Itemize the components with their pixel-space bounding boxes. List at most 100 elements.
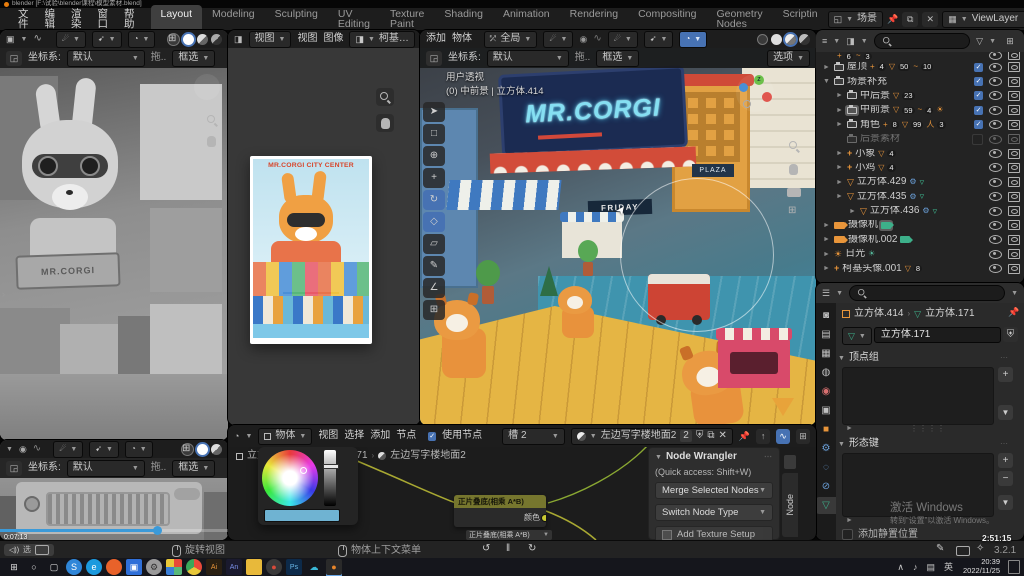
outliner-item-label[interactable]: 中后景 xyxy=(860,91,890,101)
material-users-count[interactable]: 2 xyxy=(680,430,692,442)
image-datablock[interactable]: ◨▼柯基… xyxy=(349,31,414,48)
taskbar-chrome-icon[interactable] xyxy=(186,559,202,575)
collection-properties-tab[interactable]: ▣ xyxy=(816,402,836,419)
tool-settings-icon[interactable]: ◲ xyxy=(6,461,22,476)
taskbar-date[interactable]: 2022/11/25 xyxy=(963,567,1000,576)
shape-keys-list[interactable] xyxy=(842,453,994,517)
switch-node-type-button[interactable]: Switch Node Type▼ xyxy=(655,504,773,521)
pivot-dropdown[interactable]: ➹▼ xyxy=(92,31,122,48)
new-collection-icon[interactable]: ⊞ xyxy=(1002,34,1018,49)
proportional-icon[interactable]: ◉ xyxy=(19,445,27,454)
measure-tool-button[interactable]: ∠ xyxy=(423,278,445,298)
taskbar-store-icon[interactable]: ▣ xyxy=(126,559,142,575)
taskbar-edge-icon[interactable]: e xyxy=(86,559,102,575)
curve-falloff-icon[interactable]: ∿ xyxy=(33,34,41,44)
modifiers-properties-tab[interactable]: ⚙ xyxy=(816,440,836,457)
camera-view-icon[interactable] xyxy=(787,188,801,197)
expand-arrow-icon[interactable]: ► xyxy=(835,179,844,186)
annotate-pencil-icon[interactable]: ✎ xyxy=(936,544,944,554)
falloff-icon[interactable]: ∿ xyxy=(593,34,601,44)
view-layer-properties-tab[interactable]: ▦ xyxy=(816,345,836,362)
add-cube-tool-button[interactable]: ⊞ xyxy=(423,300,445,320)
blend-mode-dropdown[interactable]: 正片叠底(相乘 A*B)▼ xyxy=(466,530,552,540)
add-shape-key-button[interactable]: + xyxy=(998,453,1013,468)
tool-settings-icon[interactable]: ◲ xyxy=(426,51,442,66)
pan-hand-icon[interactable] xyxy=(789,164,798,178)
expand-arrow-icon[interactable]: ► xyxy=(835,121,844,128)
outliner-item-label[interactable]: 日光 xyxy=(845,249,865,259)
taskbar-colors-icon[interactable] xyxy=(166,559,182,575)
outliner-row[interactable]: ►☀日光☀ xyxy=(816,247,1024,261)
expand-arrow-icon[interactable]: ► xyxy=(822,251,831,258)
select-box-tool-button[interactable]: □ xyxy=(423,124,445,144)
eye-icon[interactable] xyxy=(989,250,1002,259)
select-mode-dropdown[interactable]: 框选▼ xyxy=(596,50,639,67)
menu-add[interactable]: 添加 xyxy=(370,431,390,441)
solid-shading-icon[interactable] xyxy=(771,34,782,45)
outliner-row[interactable]: ►中前景▽59~4☀✓ xyxy=(816,103,1024,117)
collection-checkbox[interactable]: ✓ xyxy=(974,120,983,129)
menu-add[interactable]: 添加 xyxy=(426,34,446,44)
expand-arrow-icon[interactable]: ► xyxy=(822,222,831,229)
taskbar-search-icon[interactable]: ○ xyxy=(26,559,42,575)
specials-arrow-icon[interactable]: ► xyxy=(846,517,853,524)
taskbar-start-icon[interactable]: ⊞ xyxy=(6,559,22,575)
render-visibility-icon[interactable] xyxy=(1008,134,1020,144)
eye-icon[interactable] xyxy=(989,106,1002,115)
video-progress-track[interactable] xyxy=(0,529,228,532)
value-slider[interactable] xyxy=(324,450,336,506)
mode-dropdown[interactable]: ☄▼ xyxy=(56,31,86,48)
rendered-shading-icon[interactable] xyxy=(211,34,222,45)
object-properties-tab[interactable]: ■ xyxy=(816,421,836,438)
navigation-gizmo[interactable]: z xyxy=(736,74,774,112)
color-wheel[interactable] xyxy=(262,450,318,506)
snap-curve-icon[interactable]: ∿ xyxy=(776,429,790,444)
outliner-item-label[interactable]: 中前景 xyxy=(860,105,890,115)
display-mode-icon[interactable]: ◨ xyxy=(846,37,855,46)
object-data-properties-tab[interactable]: ▽ xyxy=(816,497,836,514)
outliner-item-label[interactable]: 立方体.436 xyxy=(870,206,919,216)
vertex-group-specials-button[interactable]: ▼ xyxy=(998,405,1013,420)
topbar-menu[interactable]: 编辑 xyxy=(37,9,64,30)
eye-icon[interactable] xyxy=(989,207,1002,216)
clay-render-scene[interactable]: MR.CORGI › xyxy=(0,68,228,440)
specials-arrow-icon[interactable]: ► xyxy=(846,425,853,432)
wireframe-shading-icon[interactable]: ⊞ xyxy=(181,443,194,456)
output-socket[interactable] xyxy=(541,514,546,522)
node-wrangler-title[interactable]: Node Wrangler xyxy=(666,452,737,462)
topbar-menu[interactable]: 文件 xyxy=(10,9,37,30)
tool-settings-icon[interactable]: ◲ xyxy=(6,51,22,66)
viewlayer-selector[interactable]: ▦▼ViewLayer xyxy=(942,11,1024,28)
outliner-row[interactable]: ►中后景▽23✓ xyxy=(816,89,1024,103)
panel-options-grip[interactable]: ⋯ xyxy=(1000,440,1009,448)
tweak-tool-button[interactable]: ➤ xyxy=(423,102,445,122)
outliner-row[interactable]: ►角色+8▽99人3✓ xyxy=(816,118,1024,132)
transform-tool-button[interactable]: ▱ xyxy=(423,234,445,254)
remove-shape-key-button[interactable]: − xyxy=(998,471,1013,486)
color-picker-popup[interactable] xyxy=(258,447,358,525)
annotate-tool-button[interactable]: ✎ xyxy=(423,256,445,276)
outliner-row[interactable]: 后景素材✓ xyxy=(816,132,1024,146)
pan-hand-icon[interactable] xyxy=(207,136,216,147)
expand-arrow-icon[interactable]: ► xyxy=(822,236,831,243)
copy-icon[interactable]: ⧉ xyxy=(902,12,918,27)
outliner-row[interactable]: ►+小鸡▽4 xyxy=(816,161,1024,175)
render-visibility-icon[interactable] xyxy=(1008,163,1020,173)
topbar-menu[interactable]: 窗口 xyxy=(90,9,117,30)
mini-gizmo[interactable] xyxy=(194,74,220,100)
collection-checkbox[interactable]: ✓ xyxy=(974,77,983,86)
render-visibility-icon[interactable] xyxy=(1008,192,1020,202)
expand-arrow-icon[interactable]: ► xyxy=(835,150,844,157)
shape-key-specials-button[interactable]: ▼ xyxy=(998,495,1013,510)
npanel-stub[interactable] xyxy=(784,455,796,469)
breadcrumb-object[interactable]: 立方体.414 xyxy=(854,309,903,319)
snap-dropdown[interactable]: ☄▼ xyxy=(543,31,573,48)
taskbar-obs-icon[interactable]: ● xyxy=(266,559,282,575)
render-visibility-icon[interactable] xyxy=(1008,105,1020,115)
scale-tool-button[interactable]: ◇ xyxy=(423,212,445,232)
tray-icon[interactable]: ∧ xyxy=(897,563,904,572)
eye-icon[interactable] xyxy=(989,135,1002,144)
material-shading-icon[interactable] xyxy=(785,34,796,45)
merge-selected-nodes-button[interactable]: Merge Selected Nodes▼ xyxy=(655,482,773,499)
material-shading-icon[interactable] xyxy=(211,444,222,455)
